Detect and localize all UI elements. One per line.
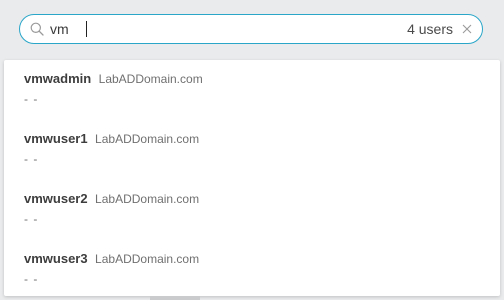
list-item-title: vmwuser2 LabADDomain.com [24,190,199,208]
user-domain: LabADDomain.com [98,72,203,86]
list-item-title: vmwuser3 LabADDomain.com [24,250,199,268]
text-cursor [86,21,87,37]
user-domain: LabADDomain.com [95,252,200,266]
user-name: vmwuser3 [24,251,88,266]
background-element [150,296,200,300]
user-detail: - - [24,272,39,286]
user-detail: - - [24,92,39,106]
user-domain: LabADDomain.com [95,132,200,146]
close-icon[interactable] [461,23,473,35]
user-detail: - - [24,152,39,166]
list-item[interactable]: vmwuser1 LabADDomain.com - - [4,120,500,180]
list-item[interactable]: vmwuser3 LabADDomain.com - - [4,240,500,300]
user-name: vmwuser1 [24,131,88,146]
user-detail: - - [24,212,39,226]
search-input[interactable] [50,19,350,39]
list-item[interactable]: vmwadmin LabADDomain.com - - [4,60,500,120]
search-icon [30,22,44,36]
user-name: vmwadmin [24,71,92,86]
user-name: vmwuser2 [24,191,88,206]
search-results-dropdown: vmwadmin LabADDomain.com - - vmwuser1 La… [4,60,500,296]
result-count: 4 users [407,21,453,37]
list-item[interactable]: vmwuser2 LabADDomain.com - - [4,180,500,240]
user-search-bar[interactable]: 4 users [19,14,483,44]
list-item-title: vmwuser1 LabADDomain.com [24,130,199,148]
user-picker-page: 4 users vmwadmin LabADDomain.com - - vmw… [0,0,504,300]
list-item-title: vmwadmin LabADDomain.com [24,70,203,88]
user-domain: LabADDomain.com [95,192,200,206]
